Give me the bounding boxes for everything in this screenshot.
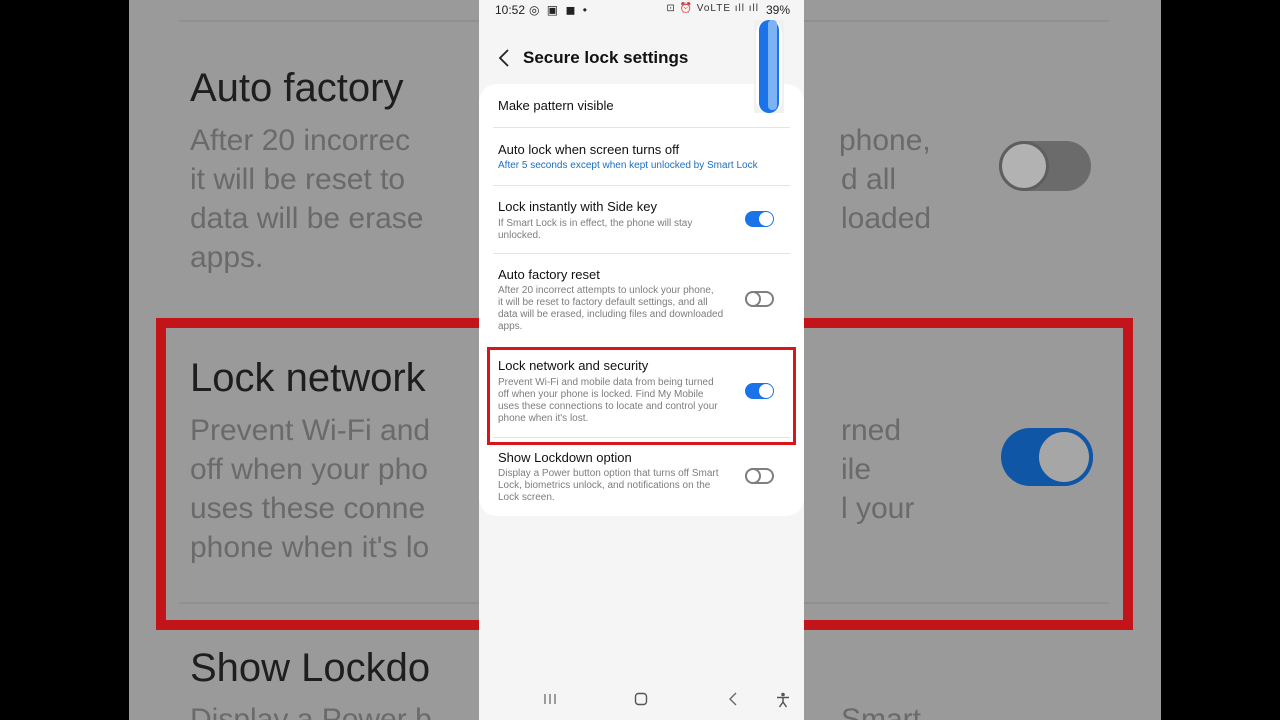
bg-title-auto-factory: Auto factory xyxy=(190,66,404,110)
status-time: 10:52 xyxy=(495,3,526,17)
setting-desc: unlocked. xyxy=(498,230,541,241)
bg-desc-right: l your xyxy=(841,492,915,525)
bg-desc-right: Smart xyxy=(841,703,922,720)
bg-title-show-lockdown: Show Lockdo xyxy=(190,646,431,690)
setting-auto-factory-reset[interactable]: Auto factory reset After 20 incorrect at… xyxy=(493,254,790,346)
setting-desc: If Smart Lock is in effect, the phone wi… xyxy=(498,218,693,229)
setting-title: Lock instantly with Side key xyxy=(498,199,657,214)
setting-desc: Display a Power button option that turns… xyxy=(498,468,719,479)
bg-desc-line: Display a Power b xyxy=(190,703,432,720)
bg-desc-right: rned xyxy=(841,414,902,447)
bg-desc-right: d all xyxy=(841,163,897,196)
setting-title: Make pattern visible xyxy=(498,98,614,113)
show-lockdown-toggle[interactable] xyxy=(745,468,774,484)
setting-title: Show Lockdown option xyxy=(498,450,632,465)
recent-apps-icon[interactable] xyxy=(543,692,557,706)
bg-desc-line: uses these conne xyxy=(190,492,426,525)
setting-desc: data will be erased, including files and… xyxy=(498,309,724,320)
setting-show-lockdown[interactable]: Show Lockdown option Display a Power but… xyxy=(493,438,790,516)
bg-desc-line: Prevent Wi-Fi and xyxy=(190,414,431,447)
setting-desc: Lock, biometrics unlock, and notificatio… xyxy=(498,480,711,491)
home-icon[interactable] xyxy=(634,692,648,706)
bg-desc-line: it will be reset to xyxy=(190,163,406,196)
back-nav-icon[interactable] xyxy=(727,692,739,706)
bg-desc-line: apps. xyxy=(190,241,264,274)
navigation-bar xyxy=(479,686,804,716)
bg-desc-right: loaded xyxy=(841,202,932,235)
setting-auto-lock[interactable]: Auto lock when screen turns off After 5 … xyxy=(493,128,790,186)
page-title: Secure lock settings xyxy=(523,48,689,67)
setting-title: Auto lock when screen turns off xyxy=(498,142,680,157)
setting-title: Auto factory reset xyxy=(498,267,600,282)
setting-desc: After 20 incorrect attempts to unlock yo… xyxy=(498,285,714,296)
status-signal-icons: ⊡ ⏰ VoLTE ıll ıll xyxy=(666,3,759,14)
bg-desc-line: After 20 incorrec xyxy=(190,124,411,157)
status-bar: 10:52 ◎ ▣ ◼ • ⊡ ⏰ VoLTE ıll ıll 39% xyxy=(479,0,804,22)
bg-desc-right: phone, xyxy=(839,124,931,157)
make-pattern-visible-toggle[interactable] xyxy=(754,20,784,113)
accessibility-icon[interactable] xyxy=(776,692,790,708)
setting-lock-side-key[interactable]: Lock instantly with Side key If Smart Lo… xyxy=(493,186,790,254)
battery-level: 39% xyxy=(765,3,790,17)
bg-title-lock-network: Lock network xyxy=(190,356,426,400)
bg-desc-line: phone when it's lo xyxy=(190,531,430,564)
phone-screen: 10:52 ◎ ▣ ◼ • ⊡ ⏰ VoLTE ıll ıll 39% Secu… xyxy=(479,0,804,720)
status-notification-icons: ◎ ▣ ◼ • xyxy=(529,3,589,17)
settings-card: Make pattern visible Auto lock when scre… xyxy=(479,84,804,516)
lock-side-key-toggle[interactable] xyxy=(745,211,774,227)
bg-toggle-on xyxy=(1001,428,1093,486)
setting-subtitle: After 5 seconds except when kept unlocke… xyxy=(498,160,758,171)
back-arrow-icon[interactable] xyxy=(497,48,511,68)
bg-desc-line: data will be erase xyxy=(190,202,424,235)
bg-desc-line: off when your pho xyxy=(190,453,428,486)
setting-desc: apps. xyxy=(498,321,523,332)
setting-desc: it will be reset to factory default sett… xyxy=(498,297,708,308)
highlight-box xyxy=(487,347,796,445)
setting-make-pattern-visible[interactable]: Make pattern visible xyxy=(493,84,790,128)
auto-factory-reset-toggle[interactable] xyxy=(745,291,774,307)
setting-desc: Lock screen. xyxy=(498,492,555,503)
bg-desc-right: ile xyxy=(841,453,872,486)
bg-toggle-off xyxy=(999,141,1091,191)
screen: Auto factory After 20 incorrec it will b… xyxy=(0,0,1280,720)
